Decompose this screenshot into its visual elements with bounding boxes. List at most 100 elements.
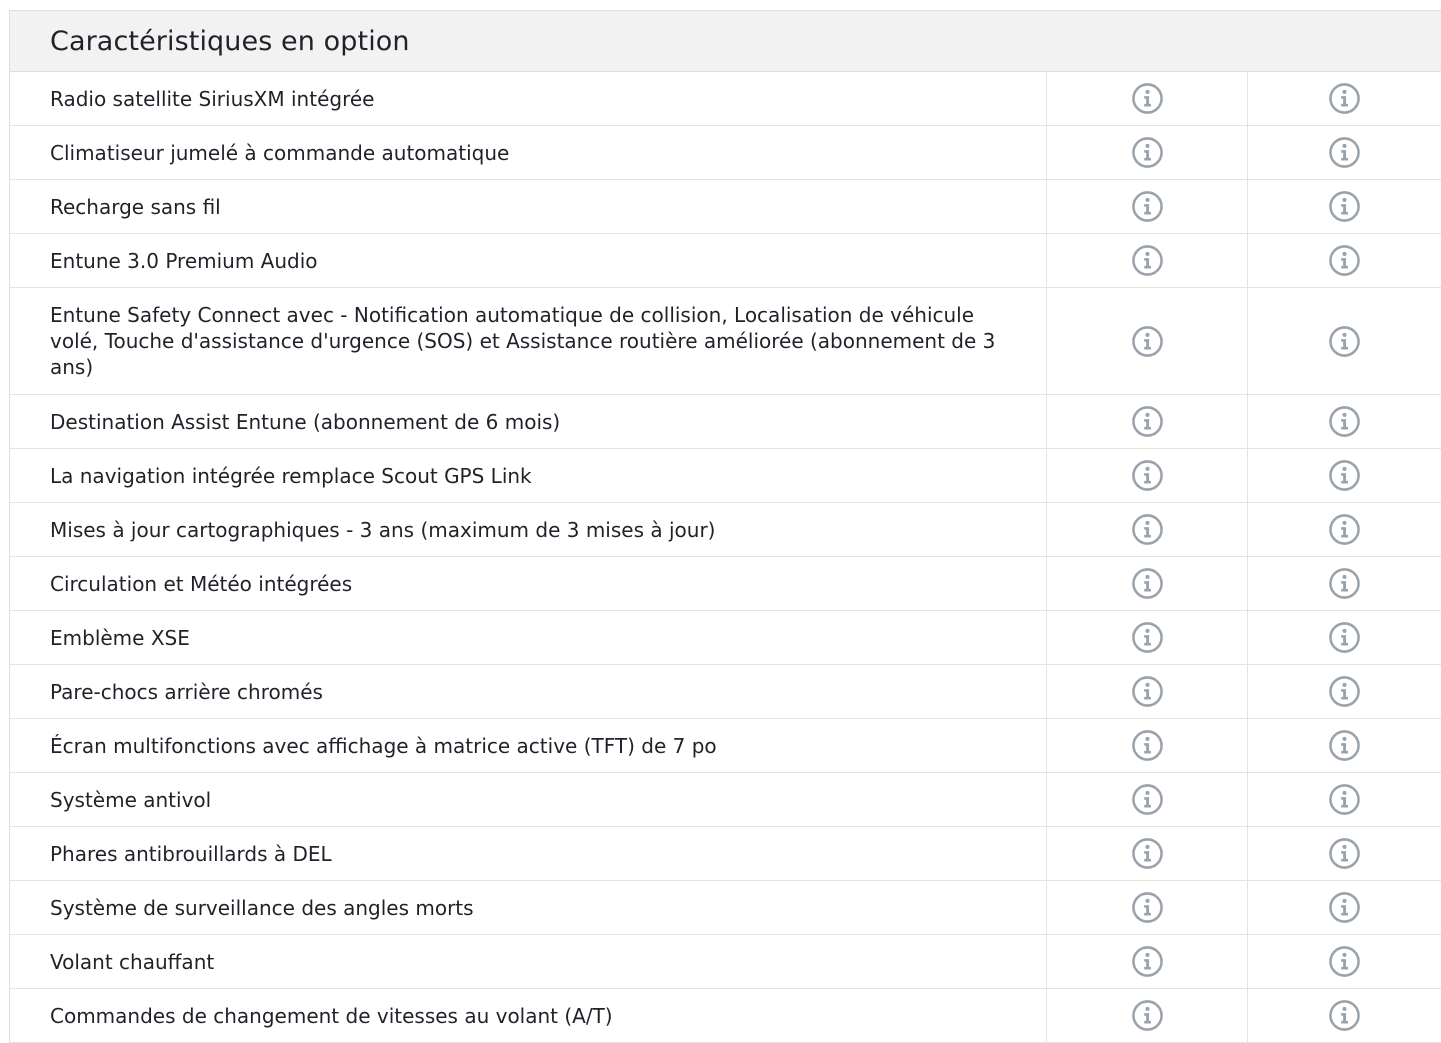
feature-row: Recharge sans fil xyxy=(10,180,1441,234)
info-circle-icon[interactable] xyxy=(1328,567,1362,601)
trim-2-cell xyxy=(1248,611,1441,664)
feature-row: La navigation intégrée remplace Scout GP… xyxy=(10,449,1441,503)
feature-label: Radio satellite SiriusXM intégrée xyxy=(10,72,1047,125)
info-circle-icon[interactable] xyxy=(1328,621,1362,655)
trim-1-cell xyxy=(1047,611,1248,664)
feature-row: Système de surveillance des angles morts xyxy=(10,881,1441,935)
trim-2-cell xyxy=(1248,719,1441,772)
feature-row: Circulation et Météo intégrées xyxy=(10,557,1441,611)
feature-label: Entune Safety Connect avec - Notificatio… xyxy=(10,288,1047,394)
info-circle-icon[interactable] xyxy=(1130,783,1164,817)
features-table: Radio satellite SiriusXM intégrée Climat… xyxy=(9,72,1441,1043)
trim-1-cell xyxy=(1047,234,1248,287)
info-circle-icon[interactable] xyxy=(1130,136,1164,170)
trim-2-cell xyxy=(1248,503,1441,556)
optional-features-panel: Caractéristiques en option Radio satelli… xyxy=(9,10,1441,1043)
feature-label: Recharge sans fil xyxy=(10,180,1047,233)
feature-label: Destination Assist Entune (abonnement de… xyxy=(10,395,1047,448)
feature-label: Système de surveillance des angles morts xyxy=(10,881,1047,934)
trim-2-cell xyxy=(1248,989,1441,1042)
feature-row: Écran multifonctions avec affichage à ma… xyxy=(10,719,1441,773)
trim-2-cell xyxy=(1248,827,1441,880)
feature-row: Volant chauffant xyxy=(10,935,1441,989)
feature-label: Entune 3.0 Premium Audio xyxy=(10,234,1047,287)
section-title: Caractéristiques en option xyxy=(50,25,410,57)
info-circle-icon[interactable] xyxy=(1130,82,1164,116)
info-circle-icon[interactable] xyxy=(1328,190,1362,224)
trim-2-cell xyxy=(1248,881,1441,934)
info-circle-icon[interactable] xyxy=(1328,405,1362,439)
trim-1-cell xyxy=(1047,719,1248,772)
info-circle-icon[interactable] xyxy=(1328,891,1362,925)
info-circle-icon[interactable] xyxy=(1130,459,1164,493)
info-circle-icon[interactable] xyxy=(1328,82,1362,116)
trim-2-cell xyxy=(1248,234,1441,287)
feature-label: Climatiseur jumelé à commande automatiqu… xyxy=(10,126,1047,179)
feature-label: Circulation et Météo intégrées xyxy=(10,557,1047,610)
feature-label: Commandes de changement de vitesses au v… xyxy=(10,989,1047,1042)
info-circle-icon[interactable] xyxy=(1130,837,1164,871)
trim-2-cell xyxy=(1248,72,1441,125)
info-circle-icon[interactable] xyxy=(1328,513,1362,547)
trim-1-cell xyxy=(1047,557,1248,610)
trim-1-cell xyxy=(1047,827,1248,880)
feature-row: Destination Assist Entune (abonnement de… xyxy=(10,395,1441,449)
trim-1-cell xyxy=(1047,881,1248,934)
feature-row: Climatiseur jumelé à commande automatiqu… xyxy=(10,126,1441,180)
feature-label: Emblème XSE xyxy=(10,611,1047,664)
trim-1-cell xyxy=(1047,503,1248,556)
feature-row: Système antivol xyxy=(10,773,1441,827)
feature-row: Mises à jour cartographiques - 3 ans (ma… xyxy=(10,503,1441,557)
trim-2-cell xyxy=(1248,395,1441,448)
trim-1-cell xyxy=(1047,935,1248,988)
feature-label: Mises à jour cartographiques - 3 ans (ma… xyxy=(10,503,1047,556)
info-circle-icon[interactable] xyxy=(1130,324,1164,358)
info-circle-icon[interactable] xyxy=(1130,567,1164,601)
trim-2-cell xyxy=(1248,935,1441,988)
info-circle-icon[interactable] xyxy=(1328,244,1362,278)
info-circle-icon[interactable] xyxy=(1130,244,1164,278)
info-circle-icon[interactable] xyxy=(1130,891,1164,925)
info-circle-icon[interactable] xyxy=(1130,513,1164,547)
trim-2-cell xyxy=(1248,557,1441,610)
feature-row: Pare-chocs arrière chromés xyxy=(10,665,1441,719)
info-circle-icon[interactable] xyxy=(1328,459,1362,493)
feature-row: Entune Safety Connect avec - Notificatio… xyxy=(10,288,1441,395)
trim-2-cell xyxy=(1248,180,1441,233)
info-circle-icon[interactable] xyxy=(1328,729,1362,763)
feature-row: Emblème XSE xyxy=(10,611,1441,665)
trim-1-cell xyxy=(1047,72,1248,125)
trim-2-cell xyxy=(1248,288,1441,394)
info-circle-icon[interactable] xyxy=(1130,621,1164,655)
trim-1-cell xyxy=(1047,989,1248,1042)
feature-row: Phares antibrouillards à DEL xyxy=(10,827,1441,881)
info-circle-icon[interactable] xyxy=(1130,675,1164,709)
feature-label: Volant chauffant xyxy=(10,935,1047,988)
trim-2-cell xyxy=(1248,773,1441,826)
info-circle-icon[interactable] xyxy=(1328,945,1362,979)
info-circle-icon[interactable] xyxy=(1328,999,1362,1033)
feature-row: Commandes de changement de vitesses au v… xyxy=(10,989,1441,1043)
info-circle-icon[interactable] xyxy=(1130,945,1164,979)
info-circle-icon[interactable] xyxy=(1328,783,1362,817)
trim-1-cell xyxy=(1047,665,1248,718)
feature-label: Pare-chocs arrière chromés xyxy=(10,665,1047,718)
info-circle-icon[interactable] xyxy=(1130,999,1164,1033)
info-circle-icon[interactable] xyxy=(1130,190,1164,224)
info-circle-icon[interactable] xyxy=(1130,729,1164,763)
info-circle-icon[interactable] xyxy=(1328,675,1362,709)
info-circle-icon[interactable] xyxy=(1328,324,1362,358)
trim-2-cell xyxy=(1248,449,1441,502)
trim-2-cell xyxy=(1248,126,1441,179)
info-circle-icon[interactable] xyxy=(1328,837,1362,871)
feature-label: Système antivol xyxy=(10,773,1047,826)
feature-label: Phares antibrouillards à DEL xyxy=(10,827,1047,880)
info-circle-icon[interactable] xyxy=(1328,136,1362,170)
trim-1-cell xyxy=(1047,126,1248,179)
trim-1-cell xyxy=(1047,180,1248,233)
feature-row: Radio satellite SiriusXM intégrée xyxy=(10,72,1441,126)
trim-1-cell xyxy=(1047,449,1248,502)
info-circle-icon[interactable] xyxy=(1130,405,1164,439)
trim-1-cell xyxy=(1047,288,1248,394)
feature-label: Écran multifonctions avec affichage à ma… xyxy=(10,719,1047,772)
